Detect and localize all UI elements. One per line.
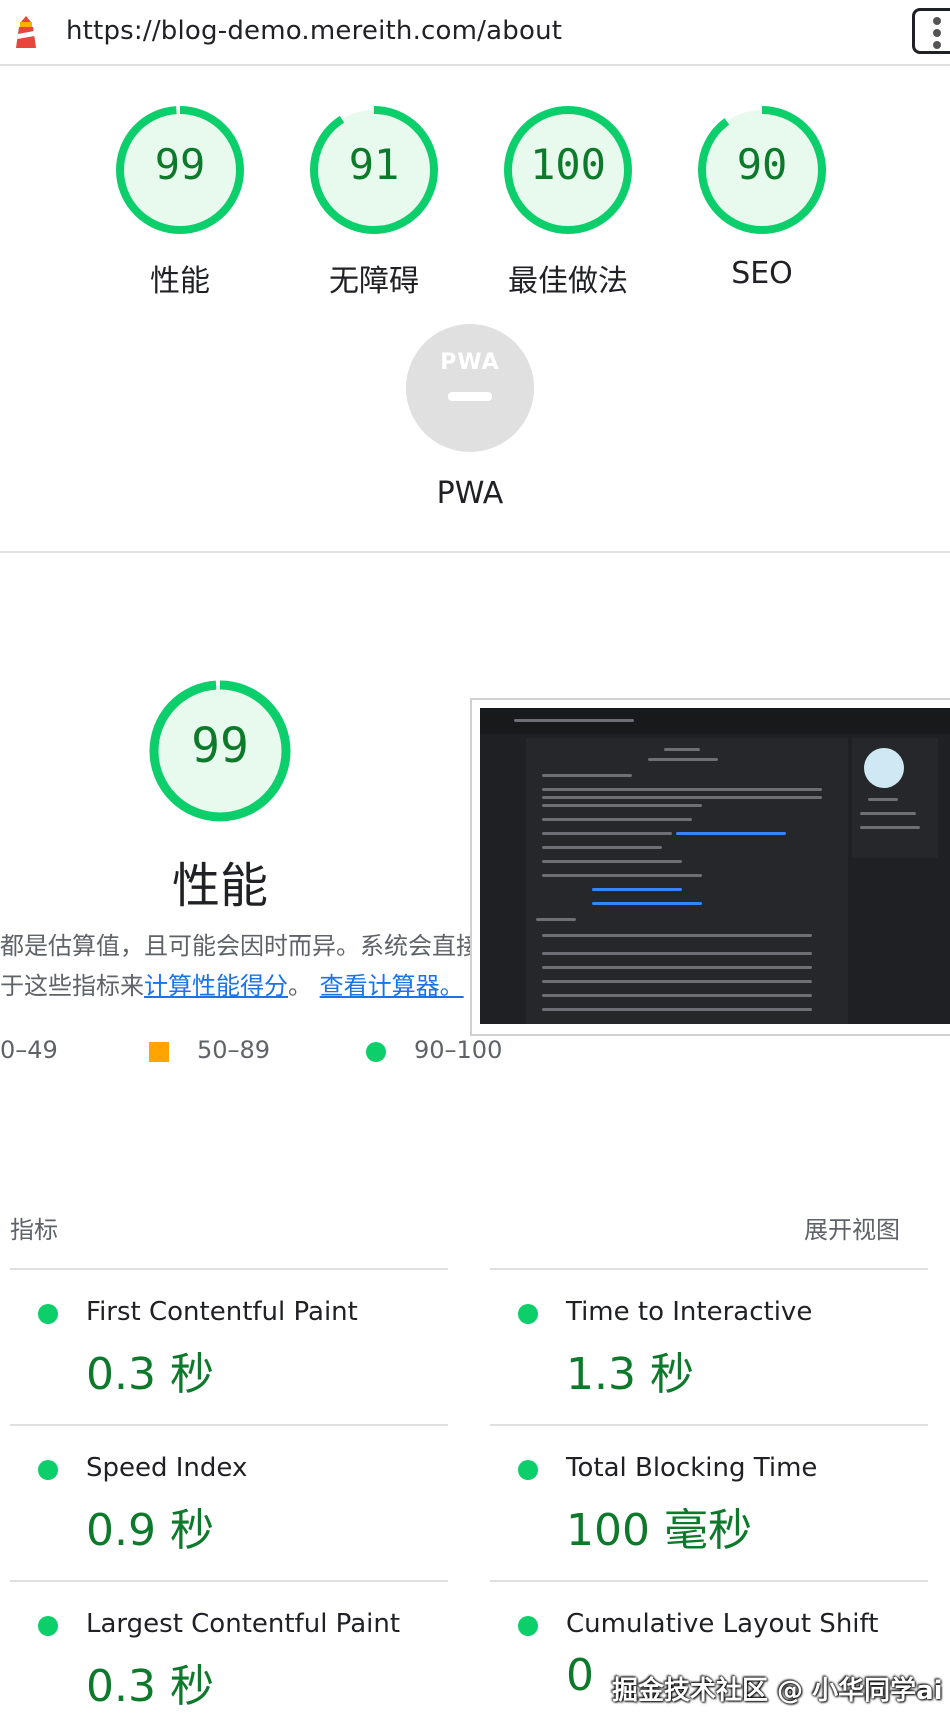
legend-pass-range: 90–100 [414, 1036, 503, 1064]
pwa-badge[interactable]: PWA [406, 324, 534, 452]
gauge-label: SEO [731, 256, 793, 291]
metric-title: Time to Interactive [566, 1297, 813, 1327]
calc-score-link[interactable]: 计算性能得分 [144, 972, 288, 1000]
legend-fail-range: 0–49 [0, 1036, 58, 1064]
gauge-label: 无障碍 [329, 264, 419, 299]
pwa-label: PWA [436, 476, 504, 511]
metric-pass-dot-icon [518, 1616, 538, 1636]
metric-pass-dot-icon [38, 1616, 58, 1636]
gauge-score: 99 [154, 140, 206, 189]
kebab-menu-icon[interactable] [912, 8, 950, 54]
metric-divider [490, 1580, 928, 1582]
metric-title: Cumulative Layout Shift [566, 1609, 879, 1639]
metric-value: 0.3 秒 [86, 1661, 214, 1712]
metric-value: 0.9 秒 [86, 1505, 214, 1556]
url-text[interactable]: https://blog-demo.mereith.com/about [66, 16, 562, 46]
expand-view-toggle[interactable]: 展开视图 [804, 1210, 900, 1245]
view-calculator-link[interactable]: 查看计算器。 [320, 972, 464, 1000]
metric-divider [490, 1268, 928, 1270]
gauge-score: 91 [348, 140, 400, 189]
final-screenshot-thumbnail[interactable] [470, 698, 950, 1036]
metric-value: 1.3 秒 [566, 1349, 694, 1400]
metric-value: 0.3 秒 [86, 1349, 214, 1400]
performance-description-line1: 都是估算值，且可能会因时而异。系统会直接基 [0, 932, 504, 960]
metrics-heading: 指标 [10, 1216, 58, 1244]
metric-pass-dot-icon [38, 1460, 58, 1480]
description-text: 于这些指标来 [0, 972, 144, 1000]
performance-score: 99 [191, 718, 249, 774]
address-bar: https://blog-demo.mereith.com/about [0, 0, 950, 66]
metric-divider [490, 1424, 928, 1426]
metric-value: 0 [566, 1650, 594, 1701]
pwa-dash-icon [448, 392, 492, 401]
performance-title: 性能 [171, 858, 268, 914]
section-divider [0, 551, 950, 553]
legend-average-square-icon [149, 1042, 169, 1062]
metric-title: First Contentful Paint [86, 1297, 358, 1327]
gauge-score: 90 [736, 140, 788, 189]
metric-title: Largest Contentful Paint [86, 1609, 401, 1639]
metric-divider [10, 1268, 448, 1270]
gauge-label: 最佳做法 [508, 264, 628, 299]
screenshot-image [480, 708, 950, 1024]
gauge-score: 100 [530, 140, 606, 189]
metric-pass-dot-icon [518, 1460, 538, 1480]
metric-value: 100 毫秒 [566, 1505, 752, 1556]
description-separator: 。 [288, 972, 312, 1000]
legend-pass-dot-icon [366, 1042, 386, 1062]
watermark: 掘金技术社区 @ 小华同学ai [612, 1676, 943, 1706]
metric-pass-dot-icon [518, 1304, 538, 1324]
metric-title: Total Blocking Time [566, 1453, 818, 1483]
metric-divider [10, 1424, 448, 1426]
pwa-badge-text: PWA [440, 350, 500, 375]
lighthouse-icon [16, 16, 36, 48]
legend-average-range: 50–89 [197, 1036, 271, 1064]
metric-pass-dot-icon [38, 1304, 58, 1324]
gauge-label: 性能 [150, 264, 210, 299]
metric-title: Speed Index [86, 1453, 248, 1483]
metric-divider [10, 1580, 448, 1582]
performance-description-line2: 于这些指标来计算性能得分。 查看计算器。 [0, 966, 464, 1001]
